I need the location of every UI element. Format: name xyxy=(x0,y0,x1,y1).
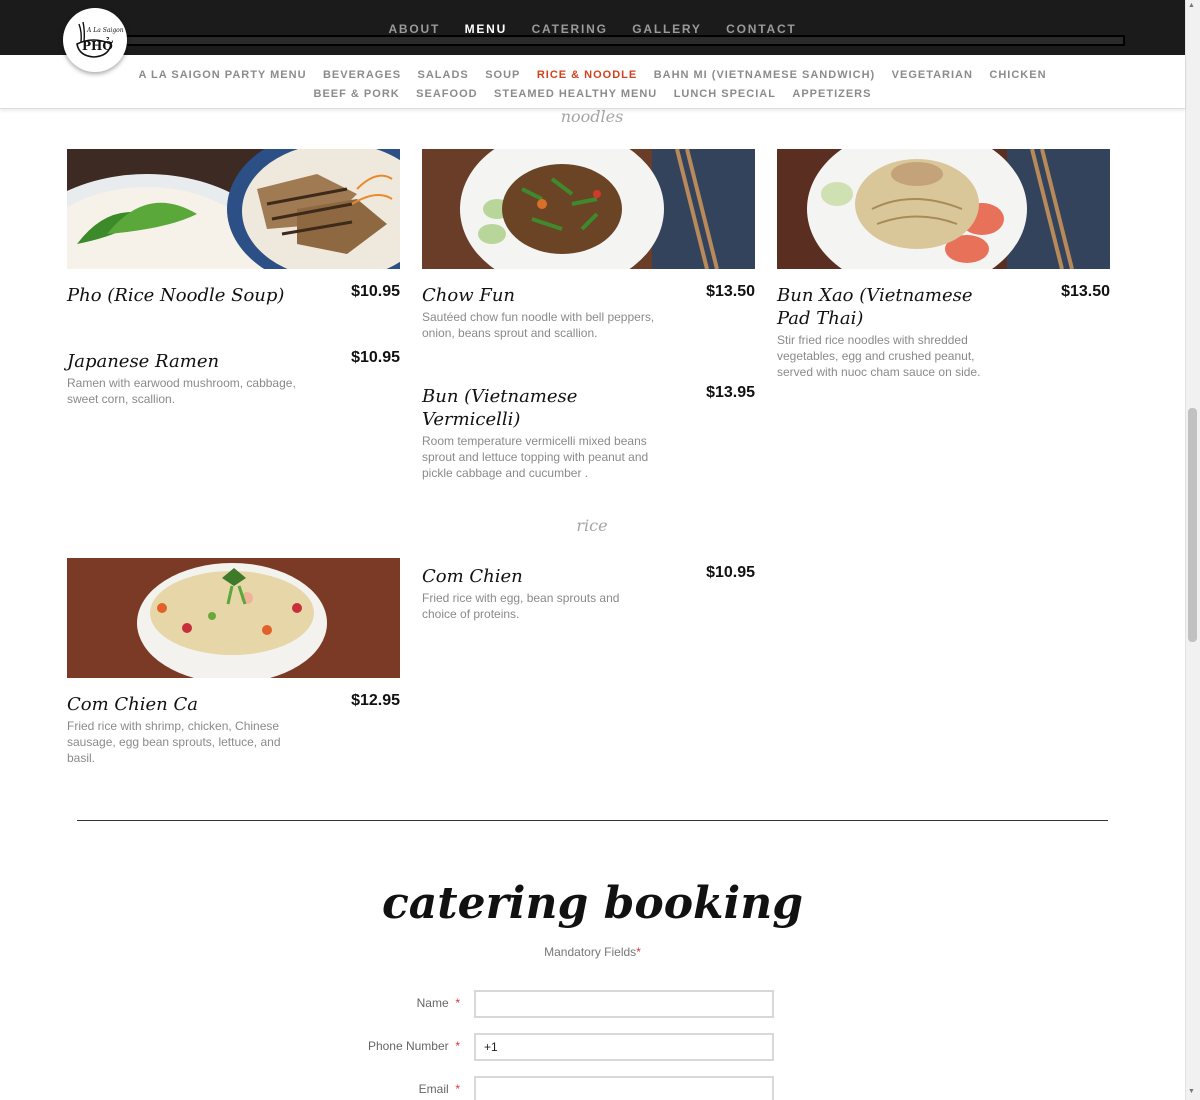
menu-item-description: Sautéed chow fun noodle with bell pepper… xyxy=(422,310,655,340)
menu-category-nav: A LA SAIGON PARTY MENU BEVERAGES SALADS … xyxy=(0,55,1185,109)
menu-item-name: Com Chien Ca xyxy=(67,694,198,715)
category-seafood[interactable]: SEAFOOD xyxy=(416,85,477,104)
nav-about[interactable]: ABOUT xyxy=(388,22,440,36)
nav-contact[interactable]: CONTACT xyxy=(726,22,796,36)
menu-item-price: $12.95 xyxy=(351,692,400,709)
category-vegetarian[interactable]: VEGETARIAN xyxy=(892,66,973,85)
category-lunch-special[interactable]: LUNCH SPECIAL xyxy=(674,85,776,104)
name-field-label: Name * xyxy=(260,996,460,1010)
menu-item-price: $13.95 xyxy=(706,384,755,401)
scrollbar-thumb[interactable] xyxy=(1188,408,1197,642)
email-field-label: Email * xyxy=(260,1082,460,1096)
pho-logo-icon: A La Saigon PHỞ xyxy=(76,21,124,58)
menu-item-description: Ramen with earwood mushroom, cabbage, sw… xyxy=(67,376,296,406)
menu-item-price: $10.95 xyxy=(351,349,400,366)
chow-fun-photo xyxy=(422,149,755,269)
nav-gallery[interactable]: GALLERY xyxy=(632,22,702,36)
menu-item-name: Com Chien xyxy=(422,566,523,587)
catering-booking-title: catering booking xyxy=(381,878,803,929)
menu-item-price: $13.50 xyxy=(1061,283,1110,300)
menu-item-name: Pho (Rice Noodle Soup) xyxy=(67,285,285,306)
required-asterisk: * xyxy=(455,1039,460,1053)
required-asterisk: * xyxy=(455,996,460,1010)
site-logo[interactable]: A La Saigon PHỞ xyxy=(63,8,127,72)
menu-item-description: Fried rice with shrimp, chicken, Chinese… xyxy=(67,719,281,765)
menu-item-price: $13.50 xyxy=(706,283,755,300)
nav-catering[interactable]: CATERING xyxy=(532,22,608,36)
menu-item-price: $10.95 xyxy=(706,564,755,581)
section-heading-rice: rice xyxy=(576,516,608,535)
menu-item-price: $10.95 xyxy=(351,283,400,300)
nav-underline-strip xyxy=(100,35,1125,46)
menu-item-name: Bun Xao (Vietnamese Pad Thai) xyxy=(777,285,973,329)
menu-item-name: Japanese Ramen xyxy=(67,351,220,372)
category-row-2: BEEF & PORK SEAFOOD STEAMED HEALTHY MENU… xyxy=(0,83,1185,102)
phone-input[interactable] xyxy=(474,1033,774,1061)
scroll-up-icon[interactable]: ▲ xyxy=(1188,2,1195,9)
category-row-1: A LA SAIGON PARTY MENU BEVERAGES SALADS … xyxy=(0,64,1185,83)
nav-menu[interactable]: MENU xyxy=(465,22,508,36)
logo-big-text: PHỞ xyxy=(82,36,113,53)
menu-item-description: Fried rice with egg, bean sprouts and ch… xyxy=(422,591,620,621)
section-divider xyxy=(77,820,1108,821)
category-appetizers[interactable]: APPETIZERS xyxy=(792,85,871,104)
phone-field-label: Phone Number * xyxy=(260,1039,460,1053)
email-input[interactable] xyxy=(474,1076,774,1100)
top-nav-bar: ABOUT MENU CATERING GALLERY CONTACT xyxy=(0,0,1185,55)
category-party-menu[interactable]: A LA SAIGON PARTY MENU xyxy=(138,66,306,85)
category-beef-pork[interactable]: BEEF & PORK xyxy=(314,85,400,104)
required-asterisk: * xyxy=(455,1082,460,1096)
menu-item-name: Chow Fun xyxy=(422,285,516,306)
section-heading-noodles: noodles xyxy=(560,107,624,126)
email-label-text: Email xyxy=(418,1082,449,1096)
name-input[interactable] xyxy=(474,990,774,1018)
menu-item-description: Room temperature vermicelli mixed beans … xyxy=(422,434,649,480)
mandatory-fields-note: Mandatory Fields* xyxy=(0,945,1185,959)
scroll-down-icon[interactable]: ▼ xyxy=(1188,1088,1195,1095)
category-chicken[interactable]: CHICKEN xyxy=(989,66,1046,85)
logo-small-text: A La Saigon xyxy=(86,27,124,34)
menu-item-name: Bun (Vietnamese Vermicelli) xyxy=(422,386,578,430)
phone-label-text: Phone Number xyxy=(367,1039,449,1053)
pho-photo xyxy=(67,149,400,269)
required-asterisk: * xyxy=(636,945,641,959)
menu-item-description: Stir fried rice noodles with shredded ve… xyxy=(777,333,981,379)
mandatory-fields-label: Mandatory Fields xyxy=(544,945,637,959)
category-steamed-healthy[interactable]: STEAMED HEALTHY MENU xyxy=(494,85,657,104)
name-label-text: Name xyxy=(416,996,449,1010)
com-chien-ca-photo xyxy=(67,558,400,678)
bun-xao-photo xyxy=(777,149,1110,269)
